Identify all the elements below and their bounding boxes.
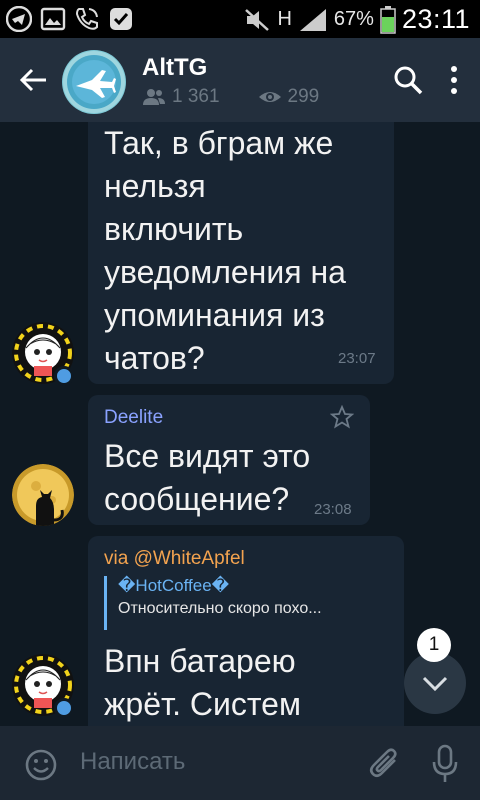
message-author[interactable]: Deelite <box>104 407 163 429</box>
search-icon[interactable] <box>392 64 424 96</box>
notification-icons <box>6 6 134 32</box>
reply-quote[interactable]: �HotCoffee� Относительно скоро похо... <box>104 576 394 630</box>
chat-header: AltTG 1 361 299 <box>0 38 480 122</box>
channel-stats: 1 361 299 <box>142 86 319 108</box>
paperclip-icon[interactable] <box>368 746 402 782</box>
via-bot-label[interactable]: via @WhiteApfel <box>104 548 245 570</box>
microphone-icon[interactable] <box>430 744 460 784</box>
cat-moon-avatar-icon <box>12 464 74 526</box>
message-time: 23:07 <box>338 350 376 367</box>
signal-icon <box>299 8 326 31</box>
shield-check-icon <box>110 8 132 30</box>
reply-preview: Относительно скоро похо... <box>118 600 322 617</box>
channel-title: AltTG <box>142 54 208 81</box>
system-status: H 67% 23:11 <box>243 4 470 35</box>
status-bar: H 67% 23:11 <box>0 0 480 38</box>
channel-avatar[interactable] <box>62 50 126 114</box>
network-type-label: H <box>277 8 292 30</box>
jet-logo-icon <box>63 51 125 113</box>
members-count: 1 361 <box>172 86 220 107</box>
message-time: 23:08 <box>314 501 352 518</box>
message-bubble[interactable]: Так, в бграм же нельзя включить уведомле… <box>88 122 394 384</box>
views-eye-icon <box>258 92 281 102</box>
message-text: Впн батарею жрёт. Систем <box>104 643 301 722</box>
star-icon[interactable] <box>330 405 354 429</box>
mute-icon <box>245 8 270 31</box>
members-icon <box>143 89 165 105</box>
user-avatar[interactable] <box>12 464 74 526</box>
image-notification-icon <box>40 7 66 31</box>
emoji-icon[interactable] <box>24 748 58 782</box>
telegram-notification-icon <box>6 6 32 32</box>
battery-percent: 67% <box>333 8 374 30</box>
online-indicator <box>54 698 74 718</box>
message-bubble[interactable]: Deelite Все видят это сообщение? 23:08 <box>88 395 370 525</box>
message-input[interactable]: Написать <box>80 748 185 776</box>
message-text: Так, в бграм же нельзя включить уведомле… <box>104 125 346 376</box>
unread-count-badge: 1 <box>417 628 451 662</box>
message-list[interactable]: Так, в бграм же нельзя включить уведомле… <box>0 122 480 726</box>
online-indicator <box>54 366 74 386</box>
message-composer: Написать <box>0 726 480 800</box>
reply-author: �HotCoffee� <box>118 576 230 595</box>
phone-wifi-icon <box>75 8 98 30</box>
message-bubble[interactable]: via @WhiteApfel �HotCoffee� Относительно… <box>88 536 404 726</box>
battery-icon <box>380 5 396 34</box>
chevron-down-icon <box>422 676 448 692</box>
back-arrow-icon[interactable] <box>18 64 50 96</box>
clock: 23:11 <box>401 4 470 34</box>
more-menu-icon[interactable] <box>444 64 464 96</box>
views-count: 299 <box>287 86 320 107</box>
